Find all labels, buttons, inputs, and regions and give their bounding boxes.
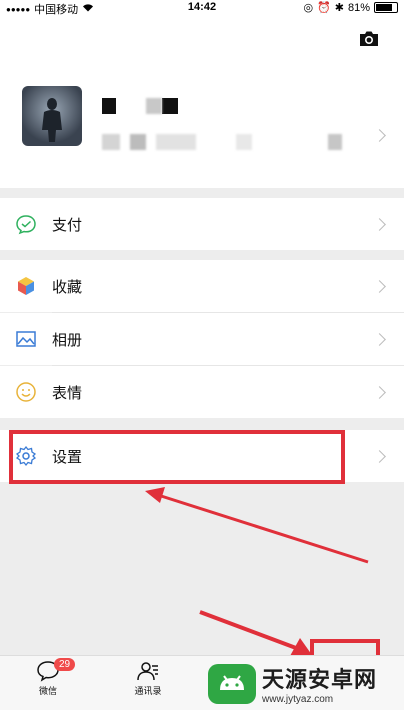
watermark-title: 天源安卓网 bbox=[262, 667, 378, 692]
arrow-to-settings bbox=[157, 493, 369, 564]
watermark-url: www.jytyaz.com bbox=[262, 694, 334, 705]
contacts-icon bbox=[137, 662, 158, 681]
unread-badge: 29 bbox=[54, 658, 76, 671]
tab-label: 通讯录 bbox=[134, 686, 162, 696]
android-logo-icon bbox=[208, 663, 256, 704]
arrow-head bbox=[145, 487, 165, 503]
tab-label: 微信 bbox=[38, 686, 57, 696]
watermark: 天源安卓网 www.jytyaz.com bbox=[208, 662, 377, 705]
tab-contacts[interactable]: 通讯录 bbox=[118, 660, 178, 697]
annotation-arrows bbox=[145, 487, 380, 707]
arrow-to-me-tab bbox=[199, 610, 297, 650]
tab-chats[interactable]: 29 微信 bbox=[18, 658, 78, 697]
